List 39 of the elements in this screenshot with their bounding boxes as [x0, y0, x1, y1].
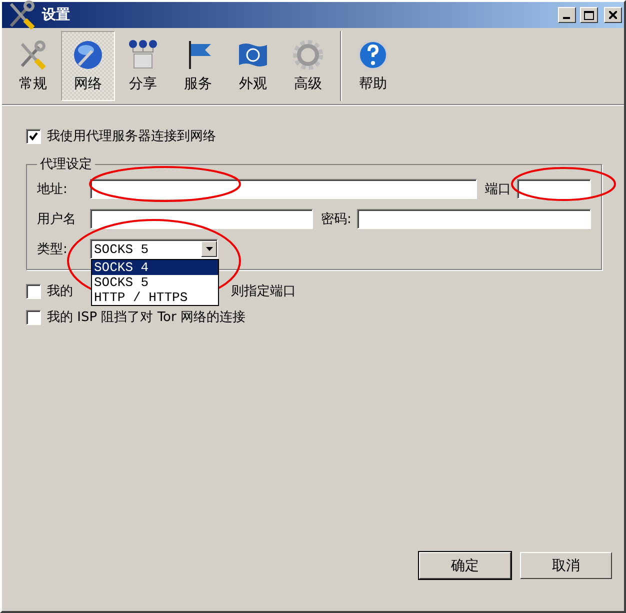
toolbar-tab[interactable]: 网络 [61, 31, 115, 101]
toolbar-tab[interactable]: 服务 [171, 31, 225, 101]
checkbox-label: 我的 [47, 283, 73, 300]
globe-wrench-icon [72, 39, 104, 71]
checkbox-label: 我使用代理服务器连接到网络 [47, 128, 216, 145]
username-field[interactable] [90, 209, 313, 229]
window-title: 设置 [42, 6, 71, 24]
caret-icon [206, 247, 212, 251]
gear-icon [292, 39, 324, 71]
help-icon [357, 39, 389, 71]
field-label: 地址: [37, 181, 68, 198]
checkbox-label: 我的 ISP 阻挡了对 Tor 网络的连接 [47, 309, 246, 326]
toolbar-tab[interactable]: 分享 [116, 31, 170, 101]
maximize-icon [584, 10, 594, 20]
toolbar-tab[interactable]: 帮助 [346, 31, 400, 101]
checkbox-label: 则指定端口 [231, 283, 296, 300]
toolbar-tab[interactable]: 外观 [226, 31, 280, 101]
port-field[interactable] [517, 179, 591, 199]
minimize-button[interactable] [558, 7, 576, 23]
dropdown-arrow-button[interactable] [201, 241, 217, 257]
close-icon [609, 11, 617, 19]
toolbar-tab[interactable]: 常规 [6, 31, 60, 101]
password-field[interactable] [357, 209, 591, 229]
toolbar-tab[interactable]: 高级 [281, 31, 335, 101]
address-field[interactable] [90, 179, 477, 199]
field-label: 类型: [37, 241, 68, 258]
field-label: 密码: [321, 211, 352, 228]
ok-button[interactable]: 确定 [419, 552, 511, 579]
cancel-button[interactable]: 取消 [520, 552, 612, 579]
checkbox[interactable] [26, 284, 41, 298]
dropdown-option[interactable]: SOCKS 4 [92, 260, 218, 275]
close-button[interactable] [604, 7, 622, 23]
field-label: 端口 [485, 181, 511, 198]
checkbox[interactable] [26, 310, 41, 324]
checkbox[interactable] [26, 128, 41, 144]
group-title: 代理设定 [39, 156, 93, 173]
network-drive-icon [127, 39, 159, 71]
field-label: 用户名 [37, 211, 77, 228]
maximize-button[interactable] [580, 7, 598, 23]
